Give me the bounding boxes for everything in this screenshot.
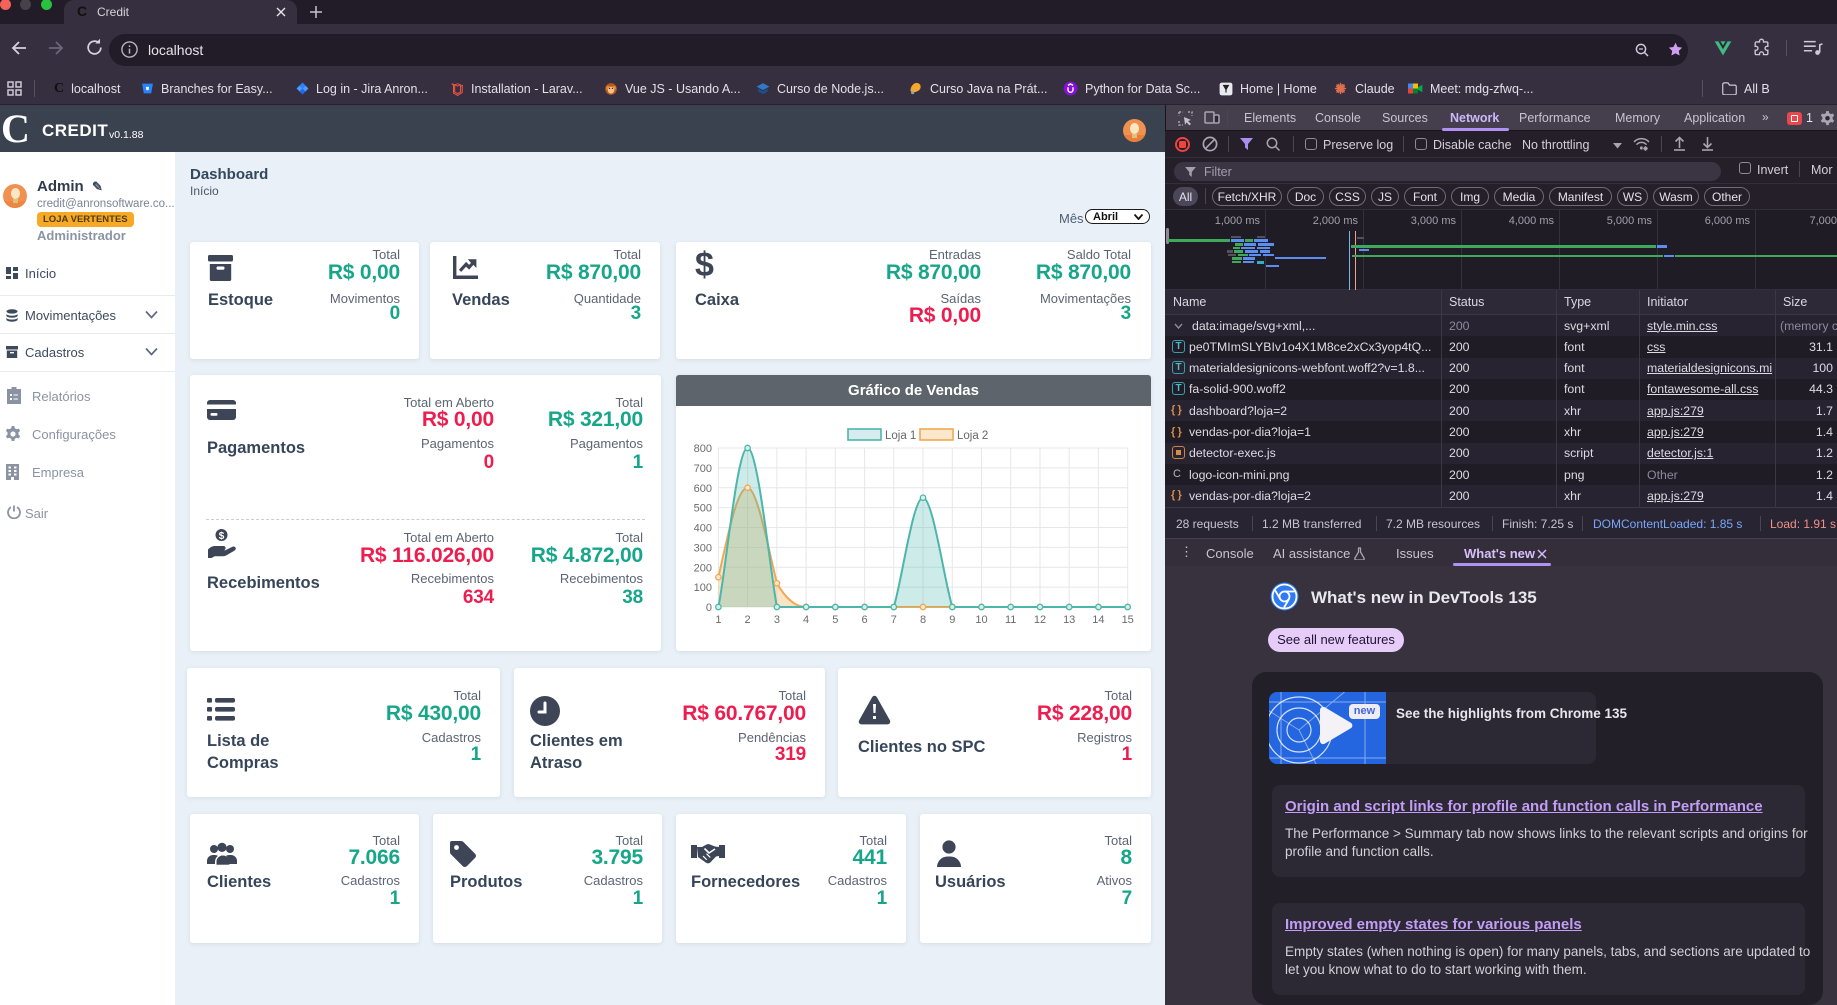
svg-text:700: 700 bbox=[694, 463, 712, 475]
svg-text:3: 3 bbox=[774, 614, 780, 626]
svg-text:200: 200 bbox=[694, 562, 712, 574]
svg-text:12: 12 bbox=[1034, 614, 1046, 626]
svg-text:600: 600 bbox=[694, 483, 712, 495]
svg-text:5: 5 bbox=[832, 614, 838, 626]
svg-text:800: 800 bbox=[694, 443, 712, 455]
svg-text:10: 10 bbox=[975, 614, 987, 626]
svg-text:400: 400 bbox=[694, 523, 712, 535]
svg-text:300: 300 bbox=[694, 542, 712, 554]
svg-text:6: 6 bbox=[862, 614, 868, 626]
svg-text:9: 9 bbox=[949, 614, 955, 626]
svg-text:500: 500 bbox=[694, 503, 712, 515]
svg-text:$: $ bbox=[219, 531, 225, 542]
svg-text:15: 15 bbox=[1122, 614, 1134, 626]
svg-text:Loja 1: Loja 1 bbox=[885, 430, 916, 442]
svg-text:4: 4 bbox=[803, 614, 809, 626]
svg-text:2: 2 bbox=[745, 614, 751, 626]
svg-text:13: 13 bbox=[1063, 614, 1075, 626]
svg-text:100: 100 bbox=[694, 582, 712, 594]
svg-text:7: 7 bbox=[891, 614, 897, 626]
svg-text:14: 14 bbox=[1092, 614, 1104, 626]
svg-text:8: 8 bbox=[920, 614, 926, 626]
svg-text:Loja 2: Loja 2 bbox=[957, 430, 988, 442]
svg-text:1: 1 bbox=[715, 614, 721, 626]
svg-text:0: 0 bbox=[706, 602, 712, 614]
svg-text:11: 11 bbox=[1005, 614, 1016, 626]
